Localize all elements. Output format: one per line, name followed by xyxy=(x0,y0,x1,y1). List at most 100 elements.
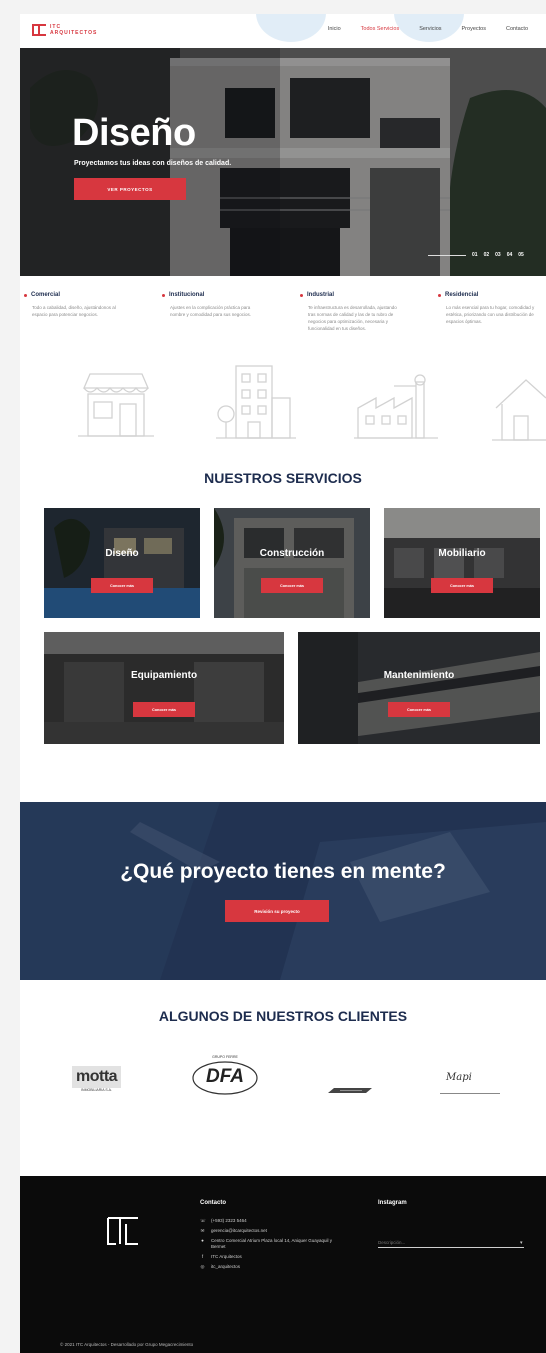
slider-pagination: 01 02 03 04 05 xyxy=(428,252,524,258)
stripe-logo-icon xyxy=(328,1088,372,1093)
site-logo[interactable]: ITC ARQUITECTOS xyxy=(32,24,97,36)
hero-title: Diseño xyxy=(72,112,196,154)
category-comercial: Comercial Todo a cabalidad, diseño, ajus… xyxy=(24,292,134,318)
nav-item-inicio[interactable]: Inicio xyxy=(328,26,341,32)
client-logo-motta: motta INMOBILIARIA S.A. xyxy=(72,1066,122,1092)
client-logo-caption: INMOBILIARIA S.A. xyxy=(81,1088,112,1092)
category-description: Ajustes en la complicación práctica para… xyxy=(170,305,252,317)
cta-title: ¿Qué proyecto tienes en mente? xyxy=(120,860,446,883)
hero-slider: Diseño Proyectamos tus ideas con diseños… xyxy=(20,48,546,276)
learn-more-button[interactable]: Conocer más xyxy=(431,578,493,593)
category-industrial: Industrial Te infraestructura es desarro… xyxy=(300,292,410,332)
category-residencial: Residencial Lo más esencial para tu hoga… xyxy=(438,292,546,325)
contact-phone[interactable]: ☏ (+593) 2323 5464 xyxy=(200,1218,342,1224)
services-title: NUESTROS SERVICIOS xyxy=(204,470,362,486)
categories-section: Comercial Todo a cabalidad, diseño, ajus… xyxy=(20,288,546,458)
cta-background-image xyxy=(20,802,546,980)
slide-dot[interactable]: 05 xyxy=(518,252,524,258)
service-card-diseno[interactable]: Diseño Conocer más xyxy=(44,508,200,618)
slide-dot[interactable]: 03 xyxy=(495,252,501,258)
service-name: Mantenimiento xyxy=(383,670,455,681)
instagram-heading: Instagram xyxy=(378,1200,407,1206)
contact-text: itc_arquitectos xyxy=(211,1264,241,1269)
site-footer: Contacto ☏ (+593) 2323 5464 ✉ gerencia@itc… xyxy=(20,1176,546,1353)
nav-item-todos-servicios[interactable]: Todos Servicios xyxy=(361,26,400,32)
service-card-mobiliario[interactable]: Mobiliario Conocer más xyxy=(384,508,540,618)
building-icon xyxy=(216,365,296,439)
service-name: Mobiliario xyxy=(438,548,486,559)
category-description: Todo a cabalidad, diseño, ajustándonos a… xyxy=(32,305,116,317)
logo-text: ITC ARQUITECTOS xyxy=(50,24,98,36)
learn-more-button[interactable]: Conocer más xyxy=(91,578,153,593)
contact-text: Centro Comercial Atrium Plaza local 14, … xyxy=(211,1238,333,1249)
footer-logo-icon[interactable] xyxy=(106,1216,140,1246)
pin-icon: ● xyxy=(201,1238,204,1243)
nav-item-contacto[interactable]: Contacto xyxy=(506,26,528,32)
factory-icon xyxy=(354,374,438,439)
category-title: Comercial xyxy=(31,292,61,298)
mail-icon: ✉ xyxy=(200,1228,205,1233)
client-logo-stripe xyxy=(326,1082,374,1100)
service-card-construccion[interactable]: Construcción Conocer más xyxy=(214,508,370,618)
category-heading: Residencial xyxy=(438,292,546,298)
phone-icon: ☏ xyxy=(200,1218,206,1223)
overlay xyxy=(298,632,540,744)
contact-instagram[interactable]: ◎ itc_arquitectos xyxy=(200,1264,342,1270)
view-projects-button[interactable]: VER PROYECTOS xyxy=(74,178,186,200)
cta-section: ¿Qué proyecto tienes en mente? Revisión … xyxy=(20,802,546,980)
page: ITC ARQUITECTOS Inicio Todos Servicios S… xyxy=(20,14,546,1353)
client-logo-mapi: Mapi xyxy=(440,1072,500,1094)
nav-item-servicios[interactable]: Servicios xyxy=(419,26,441,32)
overlay xyxy=(44,508,200,618)
instagram-description-field[interactable] xyxy=(378,1238,524,1248)
client-logo-dfa: GRUPO FERRE DFA xyxy=(190,1054,260,1098)
learn-more-button[interactable]: Conocer más xyxy=(133,702,195,717)
service-name: Construcción xyxy=(259,548,325,559)
slide-dot[interactable]: 02 xyxy=(484,252,490,258)
copyright-text: © 2021 ITC Arquitectos - Desarrollado po… xyxy=(60,1342,194,1347)
category-heading: Comercial xyxy=(24,292,134,298)
contact-list: ☏ (+593) 2323 5464 ✉ gerencia@itcarquitect… xyxy=(200,1218,342,1274)
bullet-icon xyxy=(24,293,27,297)
service-card-mantenimiento[interactable]: Mantenimiento Conocer más xyxy=(298,632,540,744)
nav-item-proyectos[interactable]: Proyectos xyxy=(462,26,486,32)
category-title: Institucional xyxy=(169,292,205,298)
house-icon xyxy=(492,379,546,441)
service-name: Diseño xyxy=(105,548,139,559)
contact-text: (+593) 2323 5464 xyxy=(211,1218,247,1223)
slide-dot[interactable]: 01 xyxy=(472,252,478,258)
client-logo-name: DFA xyxy=(206,1066,244,1087)
service-card-equipamiento[interactable]: Equipamiento Conocer más xyxy=(44,632,284,744)
bullet-icon xyxy=(162,293,165,297)
client-logo-caption: GRUPO FERRE xyxy=(212,1055,238,1059)
bullet-icon xyxy=(300,293,303,297)
slide-dot[interactable]: 04 xyxy=(507,252,513,258)
instagram-icon: ◎ xyxy=(200,1264,205,1269)
category-title: Residencial xyxy=(445,292,479,298)
category-description: Te infraestructura es desarrollada, ajus… xyxy=(308,305,397,331)
main-nav: Inicio Todos Servicios Servicios Proyect… xyxy=(328,26,528,32)
logo-icon xyxy=(32,24,46,36)
category-heading: Institucional xyxy=(162,292,272,298)
clients-title: ALGUNOS DE NUESTROS CLIENTES xyxy=(158,1008,408,1024)
slider-progress-line xyxy=(428,254,466,256)
contact-text: ITC Arquitectos xyxy=(211,1254,242,1259)
service-name: Equipamiento xyxy=(130,670,198,681)
hero-subtitle: Proyectamos tus ideas con diseños de cal… xyxy=(74,160,232,167)
contact-address[interactable]: ● Centro Comercial Atrium Plaza local 14,… xyxy=(200,1238,342,1250)
category-description: Lo más esencial para tu hogar, comodidad… xyxy=(446,305,535,324)
bullet-icon xyxy=(438,293,441,297)
client-logo-name: Mapi xyxy=(446,1072,472,1083)
learn-more-button[interactable]: Conocer más xyxy=(388,702,450,717)
review-project-button[interactable]: Revisión su proyecto xyxy=(225,900,329,922)
overlay xyxy=(384,508,540,618)
contact-facebook[interactable]: f ITC Arquitectos xyxy=(200,1254,342,1260)
chevron-down-icon[interactable]: ▾ xyxy=(520,1240,523,1246)
category-institucional: Institucional Ajustes en la complicación… xyxy=(162,292,272,318)
contact-email[interactable]: ✉ gerencia@itcarquitectos.net xyxy=(200,1228,342,1234)
overlay xyxy=(44,632,284,744)
category-title: Industrial xyxy=(307,292,335,298)
learn-more-button[interactable]: Conocer más xyxy=(261,578,323,593)
facebook-icon: f xyxy=(201,1254,204,1259)
decorative-circle xyxy=(256,14,326,42)
